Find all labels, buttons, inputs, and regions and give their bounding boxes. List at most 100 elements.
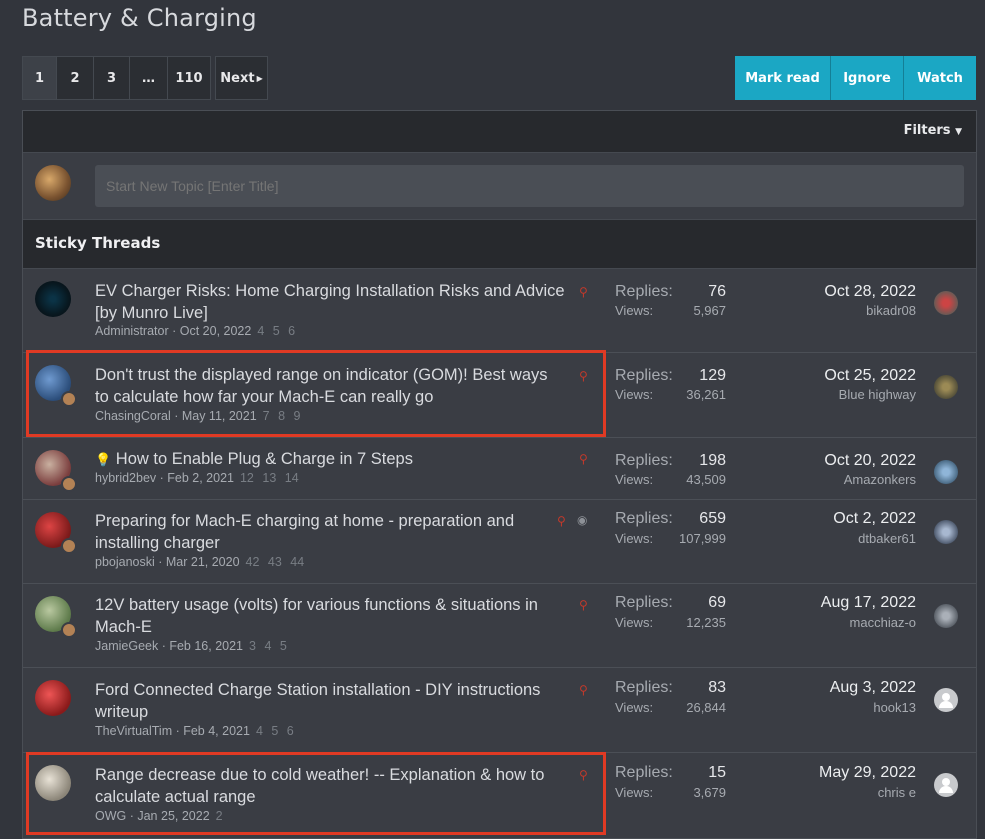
author-avatar[interactable] xyxy=(35,765,71,801)
thread-row[interactable]: EV Charger Risks: Home Charging Installa… xyxy=(23,269,976,353)
thread-date: Jan 25, 2022 xyxy=(137,809,210,823)
thread-pages[interactable]: 4 5 6 xyxy=(256,724,294,738)
next-page-button[interactable]: Next ▶ xyxy=(215,56,268,100)
author-avatar[interactable] xyxy=(35,596,77,638)
views-count: 36,261 xyxy=(686,387,726,402)
author-avatar[interactable] xyxy=(35,680,71,716)
thread-title[interactable]: Range decrease due to cold weather! -- E… xyxy=(95,764,565,808)
ignore-button[interactable]: Ignore xyxy=(831,56,904,100)
thread-row[interactable]: 12V battery usage (volts) for various fu… xyxy=(23,584,976,668)
default-avatar-icon[interactable] xyxy=(934,688,958,712)
thread-author[interactable]: ChasingCoral xyxy=(95,409,171,423)
filter-bar: Filters ▼ xyxy=(23,111,976,153)
pin-icon: ⚲ xyxy=(579,452,588,466)
replies-count: 198 xyxy=(699,452,726,469)
pagination: 1 2 3 … 110 xyxy=(22,56,211,100)
views-label: Views: xyxy=(615,387,654,402)
last-post-date[interactable]: Oct 2, 2022 xyxy=(833,510,916,528)
lightbulb-icon: 💡 xyxy=(95,452,112,467)
thread-date: Feb 2, 2021 xyxy=(167,471,234,485)
last-poster-avatar[interactable] xyxy=(934,604,958,628)
replies-count: 69 xyxy=(708,594,726,611)
last-post-user[interactable]: chris e xyxy=(878,785,916,800)
thread-title[interactable]: Ford Connected Charge Station installati… xyxy=(95,679,565,723)
thread-pages[interactable]: 3 4 5 xyxy=(249,639,287,653)
thread-author[interactable]: Administrator xyxy=(95,324,169,338)
thread-row[interactable]: 💡 How to Enable Plug & Charge in 7 Steps… xyxy=(23,438,976,500)
new-topic-input[interactable] xyxy=(95,165,964,207)
thread-meta: OWG · Jan 25, 2022 2 xyxy=(95,809,223,823)
page-link-ellipsis[interactable]: … xyxy=(129,56,167,100)
thread-author[interactable]: OWG xyxy=(95,809,126,823)
page-link-3[interactable]: 3 xyxy=(93,56,129,100)
last-post-date[interactable]: Oct 25, 2022 xyxy=(824,367,916,385)
page-link-2[interactable]: 2 xyxy=(56,56,93,100)
thread-pages[interactable]: 7 8 9 xyxy=(263,409,301,423)
last-poster-avatar[interactable] xyxy=(934,460,958,484)
filters-menu[interactable]: Filters ▼ xyxy=(904,123,962,138)
last-post-user[interactable]: macchiaz-o xyxy=(850,615,916,630)
thread-row[interactable]: Preparing for Mach-E charging at home - … xyxy=(23,500,976,584)
replies-label: Replies: xyxy=(615,679,673,696)
thread-author[interactable]: JamieGeek xyxy=(95,639,158,653)
thread-row[interactable]: Range decrease due to cold weather! -- E… xyxy=(23,753,976,839)
last-post-user[interactable]: Blue highway xyxy=(839,387,916,402)
author-avatar[interactable] xyxy=(35,365,77,407)
current-user-avatar[interactable] xyxy=(35,165,71,201)
last-poster-avatar[interactable] xyxy=(934,375,958,399)
thread-meta: pbojanoski · Mar 21, 2020 42 43 44 xyxy=(95,555,305,569)
badge-avatar xyxy=(61,476,77,492)
thread-meta: hybrid2bev · Feb 2, 2021 12 13 14 xyxy=(95,471,299,485)
thread-pages[interactable]: 12 13 14 xyxy=(240,471,299,485)
replies-count: 659 xyxy=(699,510,726,527)
thread-pages[interactable]: 4 5 6 xyxy=(257,324,295,338)
thread-title[interactable]: How to Enable Plug & Charge in 7 Steps xyxy=(116,450,413,468)
last-post-date[interactable]: Oct 28, 2022 xyxy=(824,283,916,301)
views-count: 12,235 xyxy=(686,615,726,630)
thread-title[interactable]: Don't trust the displayed range on indic… xyxy=(95,364,565,408)
thread-author[interactable]: TheVirtualTim xyxy=(95,724,172,738)
page-link-last[interactable]: 110 xyxy=(167,56,211,100)
last-post-date[interactable]: Oct 20, 2022 xyxy=(824,452,916,470)
thread-date: Feb 16, 2021 xyxy=(169,639,244,653)
last-post-date[interactable]: Aug 17, 2022 xyxy=(821,594,916,612)
watch-button[interactable]: Watch xyxy=(904,56,976,100)
last-post-user[interactable]: Amazonkers xyxy=(844,472,916,487)
thread-author[interactable]: pbojanoski xyxy=(95,555,155,569)
replies-label: Replies: xyxy=(615,764,673,781)
pin-icon: ⚲ xyxy=(579,369,588,383)
thread-row[interactable]: Don't trust the displayed range on indic… xyxy=(23,353,976,438)
sticky-threads-label: Sticky Threads xyxy=(35,234,161,252)
thread-title-row: 💡 How to Enable Plug & Charge in 7 Steps xyxy=(95,448,565,471)
last-poster-avatar[interactable] xyxy=(934,520,958,544)
next-label: Next xyxy=(220,70,255,86)
thread-meta: JamieGeek · Feb 16, 2021 3 4 5 xyxy=(95,639,287,653)
thread-title[interactable]: 12V battery usage (volts) for various fu… xyxy=(95,594,565,638)
mark-read-button[interactable]: Mark read xyxy=(735,56,831,100)
last-poster-avatar[interactable] xyxy=(934,291,958,315)
last-post-user[interactable]: dtbaker61 xyxy=(858,531,916,546)
thread-title[interactable]: EV Charger Risks: Home Charging Installa… xyxy=(95,280,565,324)
thread-pages[interactable]: 2 xyxy=(216,809,223,823)
replies-label: Replies: xyxy=(615,283,673,300)
new-topic-row xyxy=(23,153,976,219)
views-label: Views: xyxy=(615,303,654,318)
default-avatar-icon[interactable] xyxy=(934,773,958,797)
replies-label: Replies: xyxy=(615,594,673,611)
author-avatar[interactable] xyxy=(35,512,77,554)
views-label: Views: xyxy=(615,700,654,715)
replies-label: Replies: xyxy=(615,510,673,527)
replies-label: Replies: xyxy=(615,367,673,384)
last-post-user[interactable]: bikadr08 xyxy=(866,303,916,318)
thread-title[interactable]: Preparing for Mach-E charging at home - … xyxy=(95,510,565,554)
thread-row[interactable]: Ford Connected Charge Station installati… xyxy=(23,668,976,753)
last-post-user[interactable]: hook13 xyxy=(873,700,916,715)
page-link-1[interactable]: 1 xyxy=(22,56,56,100)
author-avatar[interactable] xyxy=(35,450,77,492)
last-post-date[interactable]: Aug 3, 2022 xyxy=(830,679,916,697)
thread-pages[interactable]: 42 43 44 xyxy=(246,555,305,569)
last-post-date[interactable]: May 29, 2022 xyxy=(819,764,916,782)
pin-icon: ⚲ xyxy=(579,683,588,697)
author-avatar[interactable] xyxy=(35,281,71,317)
thread-author[interactable]: hybrid2bev xyxy=(95,471,156,485)
